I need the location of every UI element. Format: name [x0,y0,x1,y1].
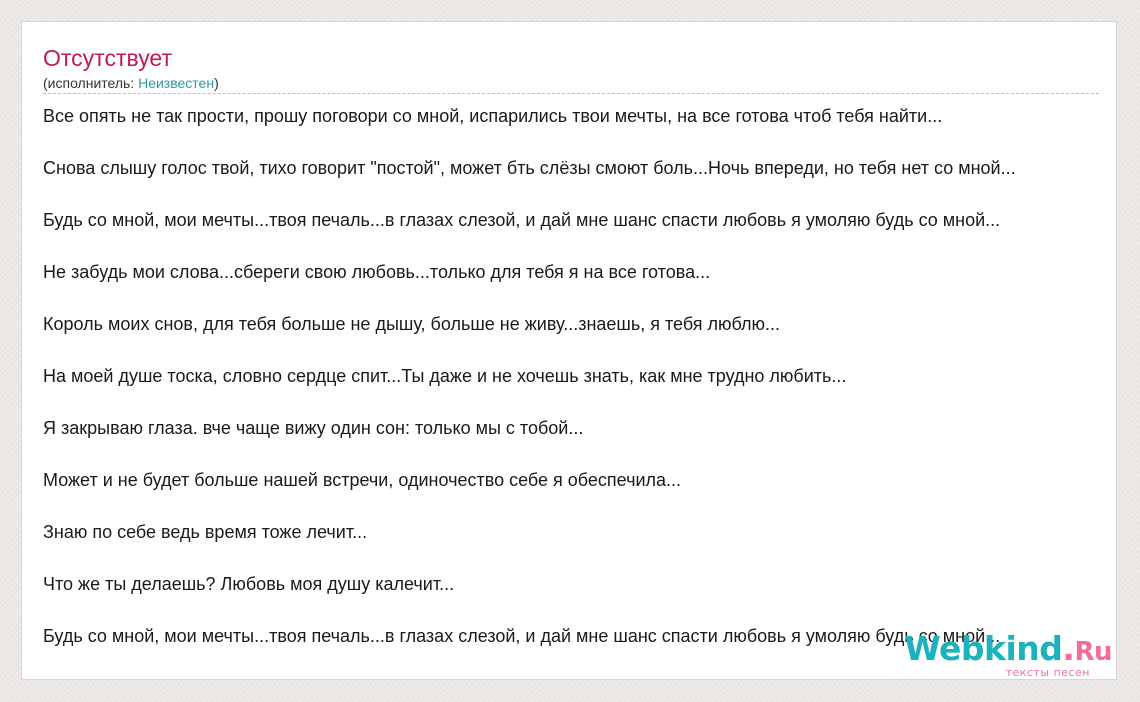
lyric-line: Снова слышу голос твой, тихо говорит "по… [43,158,1016,178]
watermark-tld: Ru [1074,637,1112,667]
artist-suffix: ) [214,75,219,91]
lyrics-text: Все опять не так прости, прошу поговори … [43,104,1116,676]
lyric-line: Будь со мной, мои мечты...твоя печаль...… [43,210,1001,230]
site-watermark: Webkind.Ru тексты песен [904,632,1112,679]
lyric-line: На моей душе тоска, словно сердце спит..… [43,366,847,386]
lyric-line: Что же ты делаешь? Любовь моя душу калеч… [43,574,455,594]
artist-line: (исполнитель: Неизвестен) [43,74,1099,92]
lyric-line: Может и не будет больше нашей встречи, о… [43,470,682,490]
lyric-line: Все опять не так прости, прошу поговори … [43,106,943,126]
lyric-line: Не забудь мои слова...сбереги свою любов… [43,262,711,282]
lyric-line: Король моих снов, для тебя больше не дыш… [43,314,780,334]
artist-prefix: (исполнитель: [43,75,139,91]
song-header: Отсутствует (исполнитель: Неизвестен) [43,44,1099,92]
song-title: Отсутствует [43,45,172,71]
watermark-brand: Webkind [904,629,1063,668]
artist-link[interactable]: Неизвестен [138,75,214,91]
header-divider [43,93,1099,94]
lyric-line: Знаю по себе ведь время тоже лечит... [43,522,368,542]
lyrics-card: Отсутствует (исполнитель: Неизвестен) Вс… [21,21,1117,680]
watermark-dot: . [1062,629,1075,668]
watermark-logo: Webkind.Ru [904,632,1112,669]
lyric-line: Я закрываю глаза. вче чаще вижу один сон… [43,418,584,438]
